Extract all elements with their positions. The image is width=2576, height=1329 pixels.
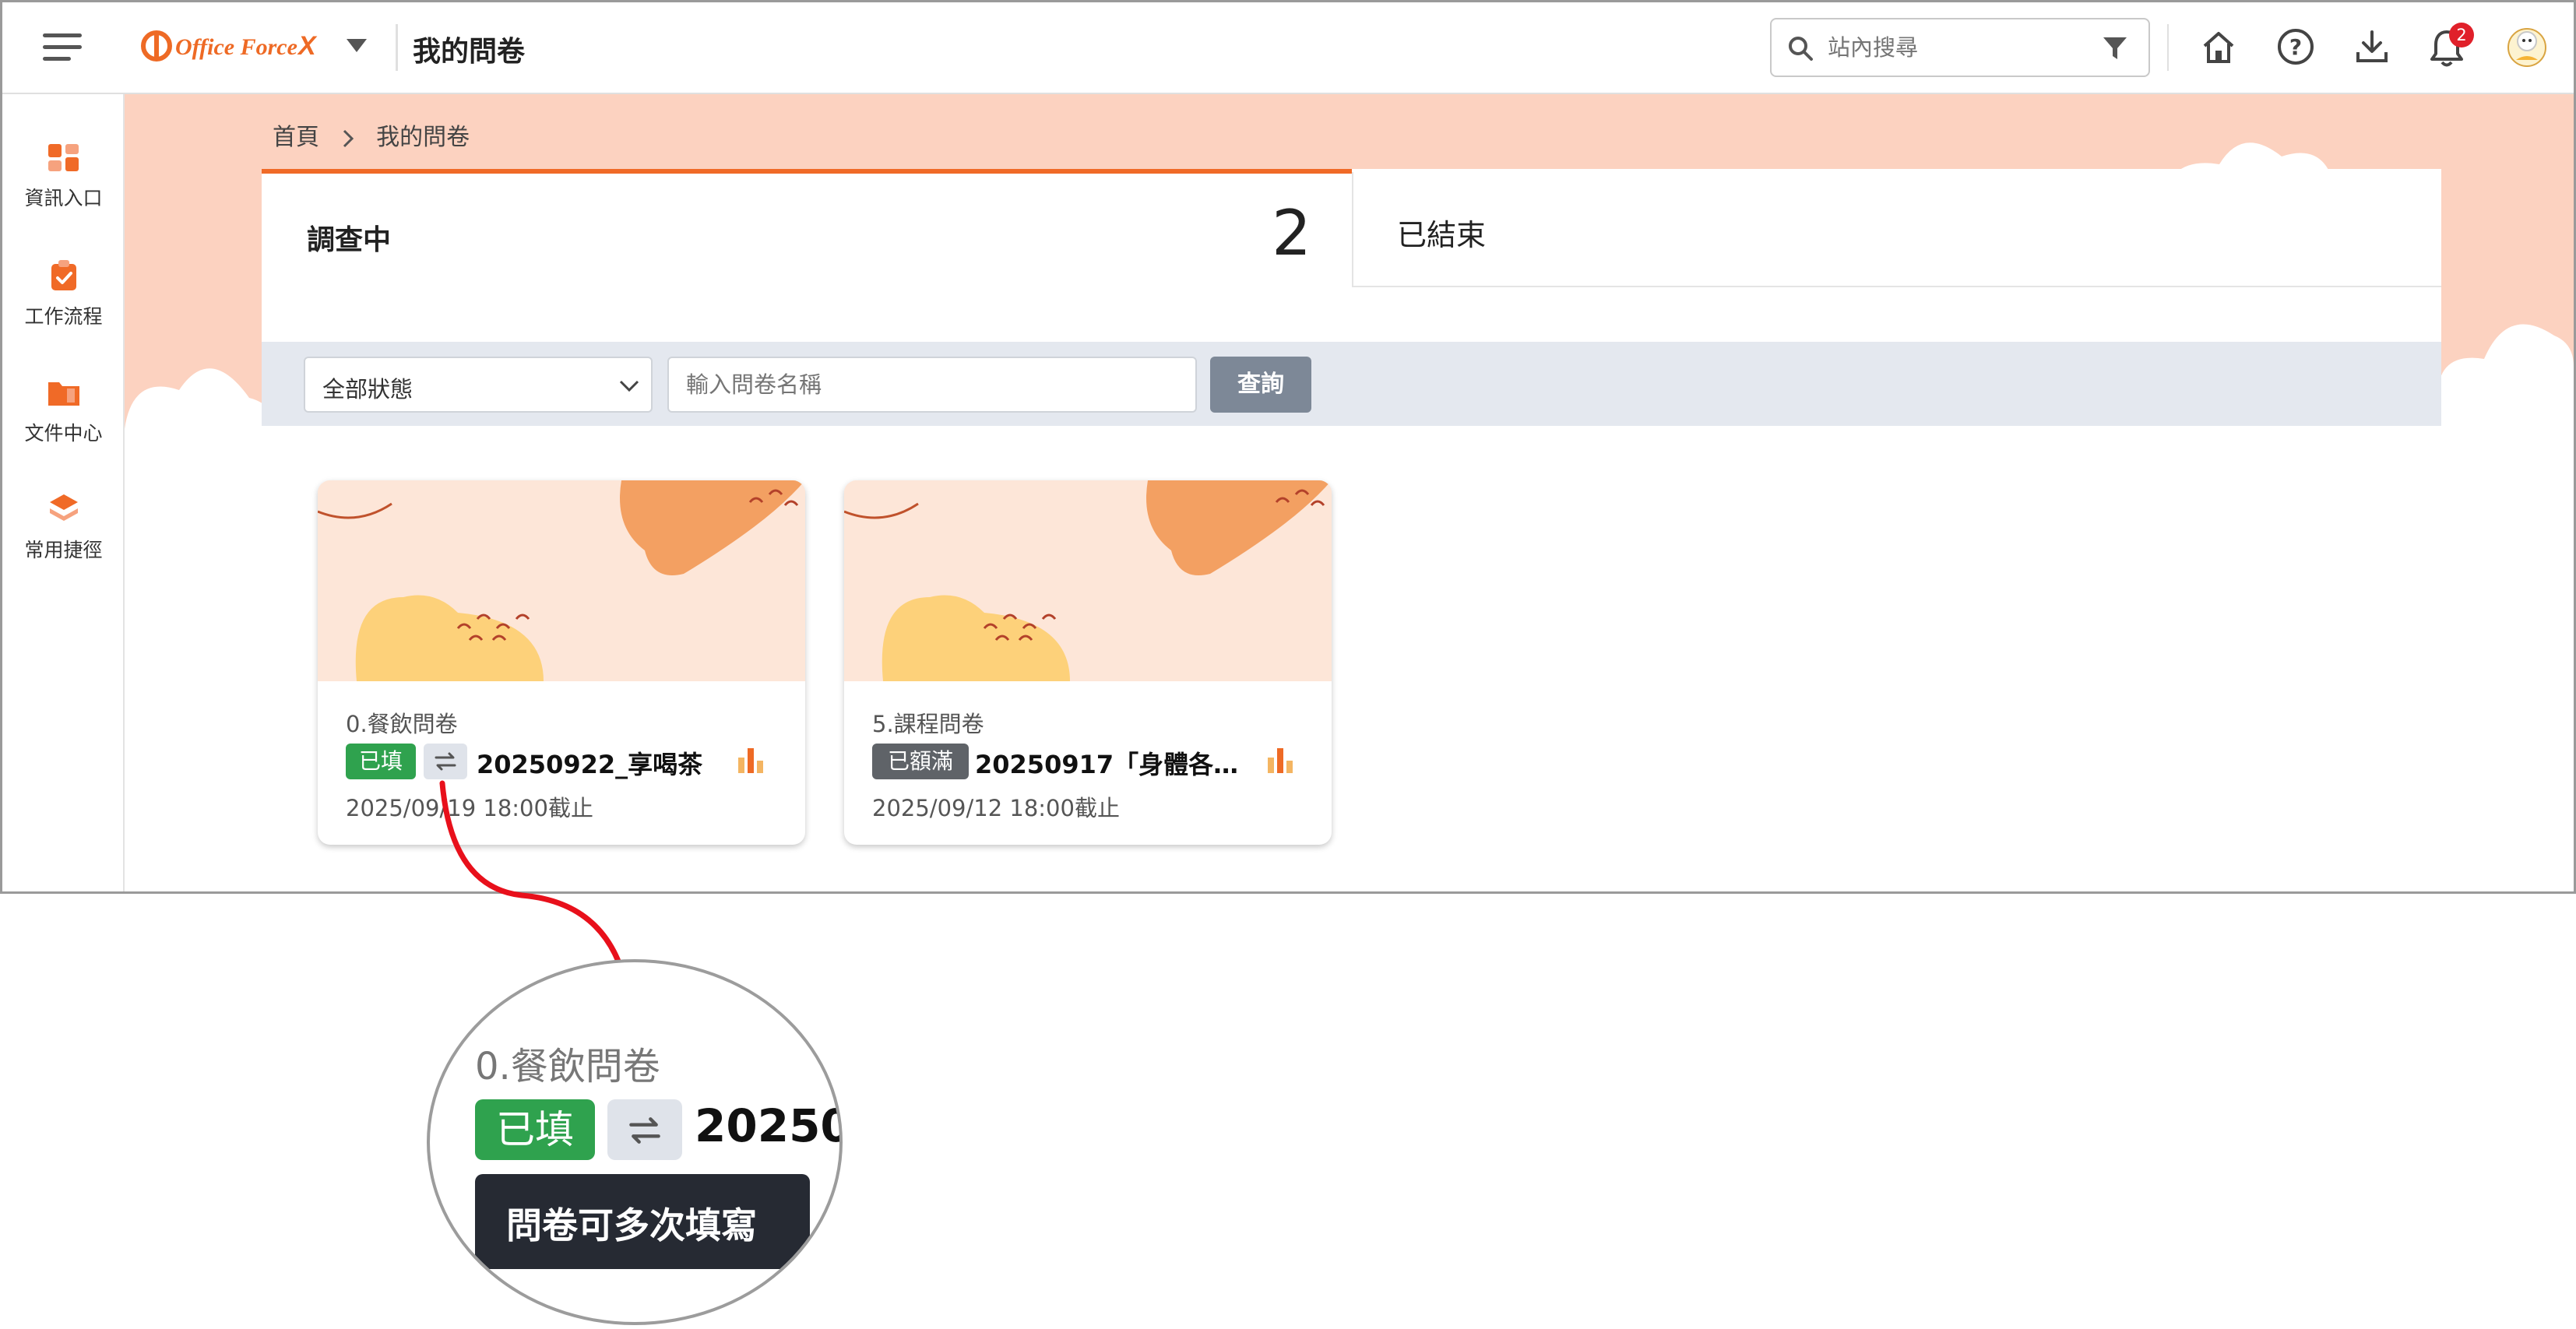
sidebar-item-label: 資訊入口 [24,187,103,209]
multi-fill-tooltip: 問卷可多次填寫 [475,1174,810,1269]
sidebar-item-workflow[interactable]: 工作流程 [2,259,125,329]
chevron-down-icon [619,380,639,392]
status-badge-full: 已額滿 [872,744,969,779]
survey-name-input[interactable] [667,357,1197,413]
filter-icon[interactable] [2102,35,2128,62]
sidebar-item-label: 工作流程 [24,305,103,328]
tab-label: 調查中 [307,224,392,256]
survey-category: 5.課程問卷 [872,711,984,737]
site-search-input[interactable] [1826,30,2083,65]
bar-chart-icon[interactable] [737,747,768,775]
sidebar-item-label: 文件中心 [24,422,103,445]
page-title: 我的問卷 [413,36,526,68]
breadcrumb-current: 我的問卷 [376,124,470,151]
tab-count: 2 [1272,197,1311,269]
app-switch-dropdown-icon[interactable] [345,37,368,54]
survey-deadline: 2025/09/12 18:00截止 [872,795,1120,821]
survey-card[interactable]: 5.課程問卷 已額滿 20250917「身體各… 2025/09/12 18:0… [844,480,1332,845]
menu-icon[interactable] [43,33,82,62]
header-divider [2167,24,2169,71]
status-select[interactable]: 全部狀態 [304,357,653,413]
sidebar-item-label: 常用捷徑 [24,539,103,561]
breadcrumb-home[interactable]: 首頁 [273,124,319,151]
notification-count-badge: 2 [2449,23,2474,47]
query-button[interactable]: 查詢 [1210,357,1311,413]
grid-icon [48,144,79,171]
svg-text:Office Force: Office Force [175,34,297,60]
tab-label: 已結束 [1397,218,1487,252]
repeat-icon [629,1117,660,1144]
zoom-callout: 0.餐飲問卷 已填 202509 問卷可多次填寫 [427,959,843,1325]
sidebar-item-document-center[interactable]: 文件中心 [2,378,125,446]
brand-logo[interactable]: Office Force X [141,26,322,69]
top-header: Office Force X 我的問卷 站內搜尋 ? 2 [2,2,2574,94]
zoom-survey-category: 0.餐飲問卷 [475,1045,660,1088]
filter-bar: 全部狀態 查詢 [262,342,2441,426]
card-cover-illustration [844,480,1332,681]
sidebar-item-info-portal[interactable]: 資訊入口 [2,142,125,211]
status-badge-filled: 已填 [346,744,416,779]
svg-text:X: X [297,31,318,61]
tab-in-progress[interactable]: 調查中 2 [262,169,1352,287]
svg-text:?: ? [2289,34,2302,60]
survey-category: 0.餐飲問卷 [346,711,458,737]
cloud-decoration [2437,324,2574,891]
notification-button[interactable]: 2 [2429,23,2474,69]
sidebar-item-shortcuts[interactable]: 常用捷徑 [2,493,125,563]
status-select-value: 全部狀態 [322,376,413,403]
chevron-right-icon [343,129,354,147]
tab-ended[interactable]: 已結束 [1352,172,2441,287]
folder-icon [48,382,79,406]
card-cover-illustration [318,480,805,681]
zoom-survey-title: 202509 [695,1099,839,1152]
download-icon[interactable] [2354,29,2390,65]
layers-icon [49,494,78,521]
survey-title[interactable]: 20250917「身體各… [975,745,1240,781]
bar-chart-icon[interactable] [1266,747,1297,775]
home-icon[interactable] [2200,29,2237,66]
header-divider [396,24,398,71]
cloud-decoration [125,368,280,891]
user-avatar[interactable] [2502,21,2552,71]
app-window: Office Force X 我的問卷 站內搜尋 ? 2 資訊入口 工作流程 文… [0,0,2576,894]
zoom-status-badge-filled: 已填 [475,1099,595,1160]
repeat-icon [435,752,456,771]
breadcrumb: 首頁 我的問卷 [273,118,470,152]
zoom-multi-fill-indicator [607,1099,682,1160]
side-nav: 資訊入口 工作流程 文件中心 常用捷徑 [2,94,125,891]
help-icon[interactable]: ? [2276,27,2315,66]
clipboard-check-icon [51,260,76,290]
search-icon [1789,37,1813,61]
site-search-box[interactable] [1770,18,2150,77]
